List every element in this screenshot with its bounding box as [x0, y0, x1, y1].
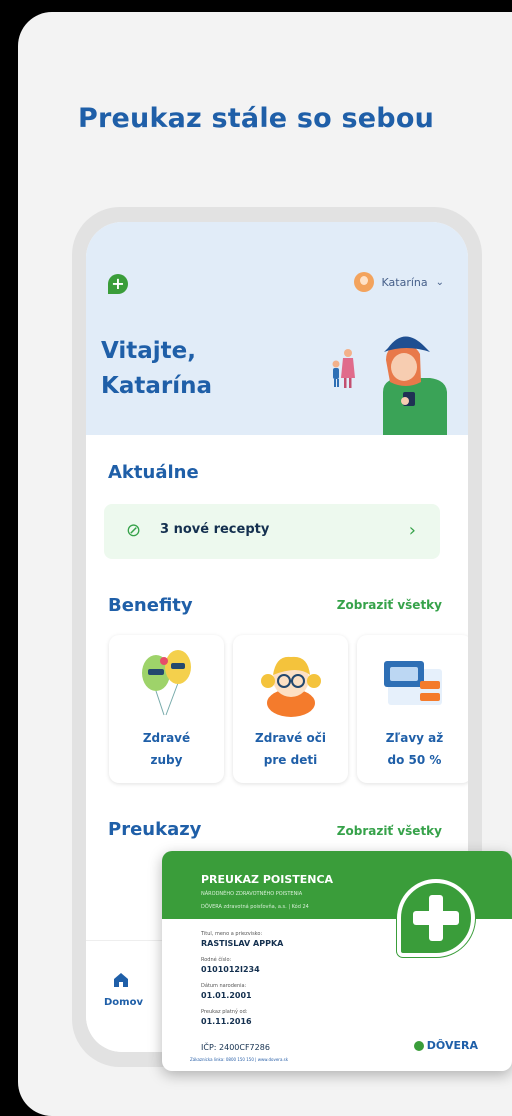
- card-birth-date: 01.01.2001: [201, 991, 252, 1000]
- section-title-aktualne: Aktuálne: [108, 462, 199, 483]
- insurance-card-title: PREUKAZ POISTENCA: [201, 873, 334, 886]
- new-prescriptions-label: 3 nové recepty: [160, 522, 270, 537]
- new-prescriptions-card[interactable]: ⊘ 3 nové recepty ›: [104, 504, 440, 559]
- card-field-label: Dátum narodenia:: [201, 983, 247, 989]
- section-title-benefity: Benefity: [108, 595, 193, 616]
- welcome-title: Vitajte, Katarína: [101, 334, 291, 404]
- benefit-card-eyes[interactable]: Zdravé oči pre deti: [233, 635, 348, 783]
- dovera-logo-icon: [413, 1040, 424, 1051]
- benefit-card-discounts[interactable]: Zľavy až do 50 %: [357, 635, 468, 783]
- card-valid-from: 01.11.2016: [201, 1017, 252, 1026]
- benefit-label: Zdravé zuby: [142, 731, 191, 767]
- insurance-card-subtitle: NÁRODNÉHO ZDRAVOTNÉHO POISTENIA: [201, 891, 303, 897]
- card-icp: IČP: 2400CF7286: [201, 1043, 270, 1052]
- preukazy-view-all-link[interactable]: Zobraziť všetky: [337, 824, 442, 838]
- benefit-card-teeth[interactable]: Zdravé zuby: [109, 635, 224, 783]
- card-field-label: Rodné číslo:: [201, 957, 232, 963]
- app-logo-icon: +: [108, 274, 128, 294]
- chevron-down-icon: ⌄: [435, 276, 444, 288]
- tab-home-label[interactable]: Domov: [104, 997, 143, 1008]
- discount-voucher-icon: [384, 661, 442, 705]
- dovera-logo: DÔVERA: [413, 1039, 478, 1052]
- avatar: [353, 272, 374, 292]
- card-footer: Zákaznícka linka: 0800 150 150 | www.dov…: [190, 1057, 289, 1062]
- pill-icon: ⊘: [126, 520, 142, 541]
- card-field-label: Preukaz platný od:: [201, 1009, 248, 1015]
- welcome-line2: Katarína: [101, 373, 212, 399]
- balloons-icon: [142, 650, 191, 716]
- chevron-right-icon: ›: [408, 520, 416, 541]
- user-menu[interactable]: Katarína ⌄: [353, 272, 444, 292]
- benefit-label: Zdravé oči pre deti: [255, 731, 326, 767]
- user-name: Katarína: [381, 275, 428, 289]
- home-icon[interactable]: [112, 971, 130, 989]
- child-glasses-icon: [261, 656, 321, 717]
- family-illustration: [332, 336, 447, 435]
- section-title-preukazy: Preukazy: [108, 819, 202, 840]
- promo-headline: Preukaz stále so sebou: [78, 103, 434, 134]
- insurance-card[interactable]: PREUKAZ POISTENCA NÁRODNÉHO ZDRAVOTNÉHO …: [162, 851, 512, 1071]
- welcome-header: + Katarína ⌄ Vitajte, Katarína: [86, 222, 468, 435]
- dovera-brand-text: DÔVERA: [426, 1039, 478, 1052]
- card-birth-number: 0101012I234: [201, 965, 260, 974]
- benefity-view-all-link[interactable]: Zobraziť všetky: [337, 598, 442, 612]
- card-holder-name: RASTISLAV APPKA: [201, 939, 284, 948]
- benefit-label: Zľavy až do 50 %: [385, 731, 444, 767]
- insurer-cross-logo-icon: [397, 879, 475, 957]
- insurance-card-insurer: DÔVERA zdravotná poisťovňa, a.s. | Kód 2…: [201, 904, 309, 910]
- card-field-label: Titul, meno a priezvisko:: [201, 931, 263, 937]
- welcome-line1: Vitajte,: [101, 338, 197, 364]
